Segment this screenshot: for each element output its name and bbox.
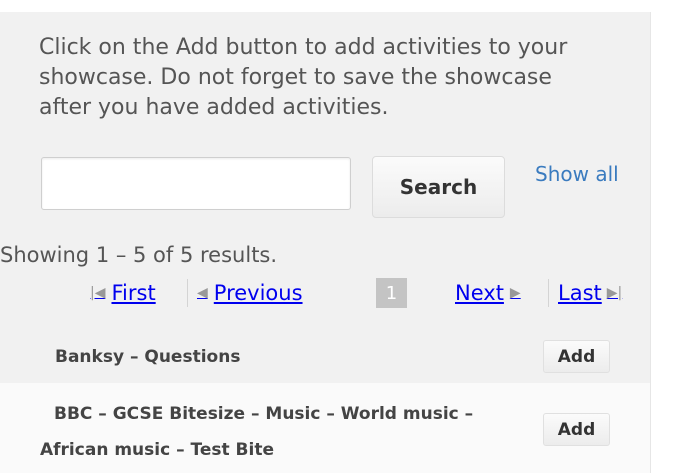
- current-page-number[interactable]: 1: [376, 278, 407, 308]
- activity-title: Banksy – Questions: [55, 347, 241, 367]
- search-button[interactable]: Search: [372, 156, 505, 218]
- right-edge-panel: [650, 12, 688, 473]
- last-page-link[interactable]: Last ▶|: [558, 277, 622, 309]
- pager-divider: [548, 279, 549, 307]
- show-all-link[interactable]: Show all: [535, 162, 619, 186]
- next-page-icon: ▶: [509, 285, 521, 301]
- last-page-label: Last: [558, 281, 602, 305]
- instructions-text: Click on the Add button to add activitie…: [39, 35, 568, 120]
- top-margin: [0, 0, 688, 12]
- next-page-link[interactable]: Next ▶: [455, 277, 521, 309]
- pager-divider: [187, 279, 188, 307]
- first-page-label: First: [111, 281, 156, 305]
- previous-page-link[interactable]: ◀ Previous: [197, 277, 303, 309]
- previous-page-label: Previous: [213, 281, 303, 305]
- add-activity-button[interactable]: Add: [543, 413, 610, 446]
- next-page-label: Next: [455, 281, 504, 305]
- previous-page-icon: ◀: [197, 285, 208, 301]
- search-input[interactable]: [41, 157, 351, 210]
- result-count-text: Showing 1 – 5 of 5 results.: [0, 243, 278, 267]
- activity-row: Banksy – Questions Add: [0, 337, 650, 377]
- last-page-icon: ▶|: [606, 285, 623, 301]
- pagination: |◀ First ◀ Previous 1 Next ▶ Last ▶|: [0, 277, 650, 309]
- activity-row: BBC – GCSE Bitesize – Music – World musi…: [0, 383, 650, 473]
- add-activity-button[interactable]: Add: [543, 340, 610, 373]
- activity-title: BBC – GCSE Bitesize – Music – World musi…: [40, 404, 474, 460]
- first-page-icon: |◀: [90, 285, 106, 301]
- first-page-link[interactable]: |◀ First: [90, 277, 156, 309]
